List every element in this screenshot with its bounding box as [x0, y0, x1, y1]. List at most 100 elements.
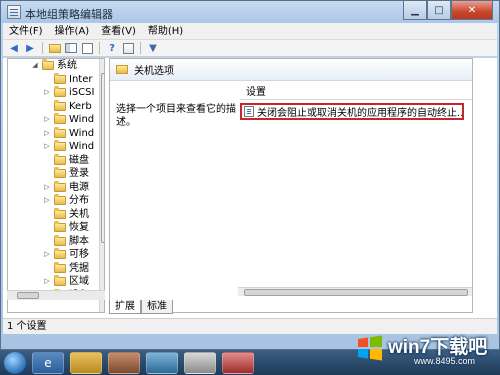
collapsed-arrow-icon[interactable]: ▷: [42, 113, 52, 126]
tree-item[interactable]: ▷ 分布: [42, 194, 104, 208]
navigation-tree: ◢ 系统 Inter ▷ iSCSI Kerb ▷ Wind ▷ Wind ▷ Wind 磁盘 登录 ▷ 电源…: [7, 58, 105, 313]
folder-icon: [54, 153, 66, 165]
watermark-brand: win7下载吧: [388, 337, 488, 358]
tree-item[interactable]: ▷ Wind: [42, 113, 104, 127]
collapsed-arrow-icon[interactable]: ▷: [42, 275, 52, 288]
collapsed-arrow-icon[interactable]: ▷: [42, 127, 52, 140]
tree-item[interactable]: ▷ 电源: [42, 180, 104, 195]
window-title: 本地组策略编辑器: [25, 8, 113, 21]
folder-icon: [54, 207, 66, 219]
tree-item[interactable]: Kerb: [42, 99, 104, 114]
tree-item-label: Inter: [69, 73, 93, 85]
start-button[interactable]: [4, 351, 26, 374]
taskbar-ie-button[interactable]: e: [32, 351, 64, 374]
close-button[interactable]: ✕: [451, 1, 493, 20]
policy-setting-icon: [244, 106, 254, 117]
folder-icon: [42, 59, 54, 70]
taskbar-app-button[interactable]: [222, 351, 254, 374]
settings-horizontal-scrollbar[interactable]: [238, 287, 472, 296]
tree-item[interactable]: Inter: [42, 72, 104, 87]
tree-item[interactable]: ▷ Wind: [42, 140, 104, 154]
forward-icon[interactable]: ▶: [23, 41, 37, 55]
tree-scroll-thumb[interactable]: [101, 73, 104, 243]
minimize-button[interactable]: ▁: [403, 1, 427, 20]
tree-item[interactable]: 登录: [42, 167, 104, 181]
tree-item-label: 恢复: [69, 222, 89, 233]
details-header: 关机选项: [110, 59, 472, 81]
tree-item[interactable]: ▷ Wind: [42, 126, 104, 141]
tree-item-label: 可移: [69, 249, 89, 260]
tab-extended[interactable]: 扩展: [109, 300, 141, 314]
tree-item-label: Wind: [69, 127, 95, 139]
tree-horizontal-scrollbar[interactable]: [7, 290, 105, 300]
setting-row[interactable]: 关闭会阻止或取消关机的应用程序的自动终止...: [240, 103, 464, 120]
collapsed-arrow-icon[interactable]: ▷: [42, 140, 52, 153]
tree-item[interactable]: 关机: [42, 207, 104, 222]
toolbar-separator: [99, 42, 100, 54]
folder-icon: [54, 275, 66, 286]
close-icon: ✕: [467, 4, 477, 16]
folder-icon: [54, 261, 66, 273]
settings-column-header[interactable]: 设置: [240, 85, 472, 100]
caption-buttons: ▁ □ ✕: [403, 1, 493, 20]
expanded-arrow-icon[interactable]: ◢: [30, 59, 40, 72]
properties-icon[interactable]: [121, 41, 135, 55]
folder-icon: [54, 194, 66, 205]
up-folder-icon[interactable]: [48, 41, 62, 55]
menu-bar: 文件(F) 操作(A) 查看(V) 帮助(H): [3, 23, 497, 40]
menu-help[interactable]: 帮助(H): [142, 23, 189, 40]
maximize-button[interactable]: □: [427, 1, 451, 20]
watermark: win7下载吧 www.8495.com: [356, 328, 496, 373]
menu-file[interactable]: 文件(F): [3, 23, 49, 40]
taskbar-app-button[interactable]: [108, 351, 140, 374]
filter-icon[interactable]: ▼: [146, 41, 160, 55]
settings-hscroll-thumb[interactable]: [244, 289, 468, 296]
description-text: 选择一个项目来查看它的描述。: [116, 104, 236, 128]
tree-item[interactable]: ▷ iSCSI: [42, 86, 104, 100]
tab-standard[interactable]: 标准: [141, 300, 173, 314]
back-icon[interactable]: ◀: [7, 41, 21, 55]
tree-item[interactable]: 凭据: [42, 261, 104, 276]
folder-icon: [54, 167, 66, 178]
tree-item[interactable]: 脚本: [42, 234, 104, 249]
minimize-icon: ▁: [411, 4, 419, 16]
title-bar[interactable]: 本地组策略编辑器 ▁ □ ✕: [1, 1, 499, 23]
tree-item[interactable]: ▷ 区域: [42, 275, 104, 289]
gpedit-icon: [7, 5, 21, 19]
tree-item[interactable]: 磁盘: [42, 153, 104, 168]
folder-icon: [54, 180, 66, 192]
tree-item-label: 登录: [69, 168, 89, 179]
tree-item-label: 脚本: [69, 235, 89, 247]
collapsed-arrow-icon[interactable]: ▷: [42, 86, 52, 99]
tree-item-label: 电源: [69, 181, 89, 193]
tree-item[interactable]: ◢ 系统: [30, 59, 104, 73]
tree-item-label: Kerb: [69, 100, 92, 112]
tree-item[interactable]: ▷ 可移: [42, 248, 104, 262]
tree-item-label: 磁盘: [69, 154, 89, 166]
watermark-url: www.8495.com: [414, 356, 476, 366]
taskbar-explorer-button[interactable]: [70, 351, 102, 374]
tree-item-label: 区域: [69, 276, 89, 287]
tree-vertical-scrollbar[interactable]: [99, 59, 104, 312]
export-list-icon[interactable]: [80, 41, 94, 55]
folder-icon: [54, 72, 66, 84]
collapsed-arrow-icon[interactable]: ▷: [42, 248, 52, 261]
taskbar-app-button[interactable]: [146, 351, 178, 374]
toolbar: ◀ ▶ ? ▼: [3, 40, 497, 57]
taskbar-app-button[interactable]: [184, 351, 216, 374]
show-hide-tree-icon[interactable]: [64, 41, 78, 55]
windows-logo-icon: [358, 335, 382, 361]
menu-action[interactable]: 操作(A): [49, 23, 96, 40]
menu-view[interactable]: 查看(V): [95, 23, 142, 40]
tree-hscroll-thumb[interactable]: [17, 292, 39, 299]
collapsed-arrow-icon[interactable]: ▷: [42, 181, 52, 194]
tree-item[interactable]: 恢复: [42, 221, 104, 235]
folder-icon: [54, 113, 66, 124]
tree-item-label: 系统: [57, 60, 77, 71]
help-icon[interactable]: ?: [105, 41, 119, 55]
collapsed-arrow-icon[interactable]: ▷: [42, 194, 52, 207]
